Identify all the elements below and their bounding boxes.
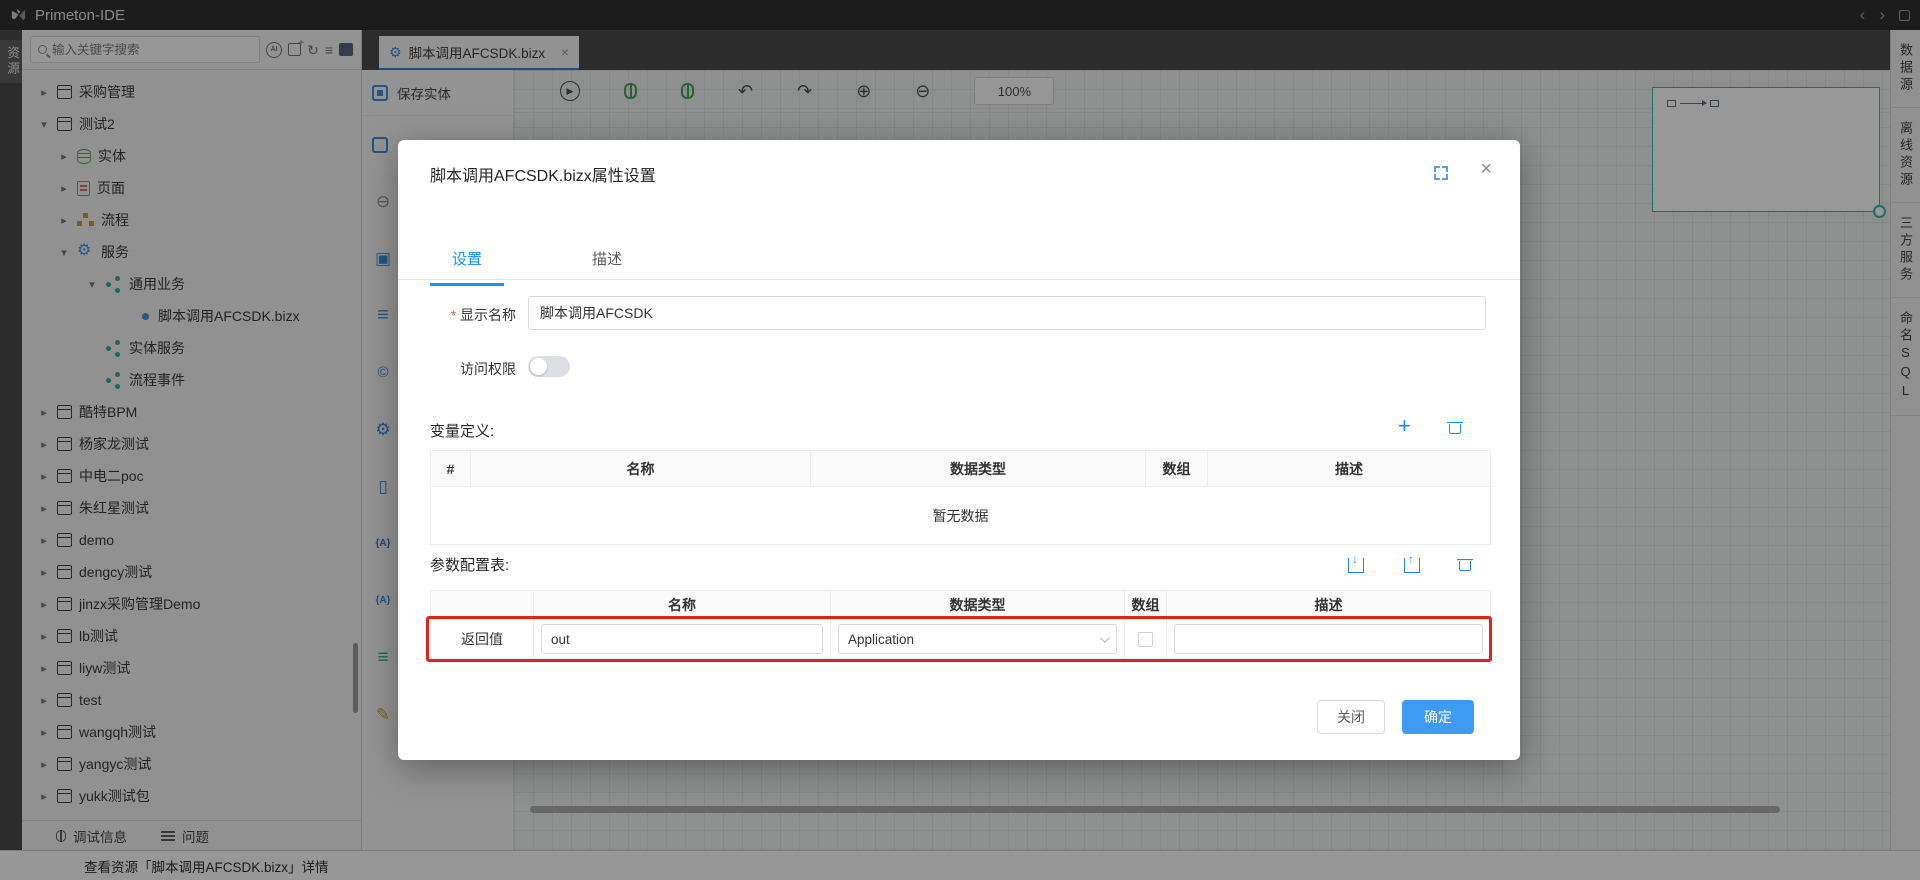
delete-variable-icon[interactable]	[1448, 420, 1461, 434]
close-icon[interactable]: ×	[1480, 158, 1492, 181]
empty-state-text: 暂无数据	[431, 487, 1491, 545]
tabs-divider	[398, 279, 1520, 280]
maximize-icon[interactable]	[1434, 166, 1448, 180]
dialog-title: 脚本调用AFCSDK.bizx属性设置	[430, 162, 656, 186]
tab-description[interactable]: 描述	[570, 248, 644, 286]
close-button[interactable]: 关闭	[1317, 700, 1385, 734]
variables-table-header-cell: 名称	[471, 451, 811, 487]
chevron-down-icon	[1100, 633, 1110, 643]
dialog-tabs: 设置 描述	[430, 248, 644, 286]
params-section-label: 参数配置表:	[430, 554, 509, 575]
params-table-header-cell: 描述	[1167, 591, 1491, 620]
access-label: 访问权限	[430, 359, 516, 379]
variables-table-header-cell: 数组	[1146, 451, 1208, 487]
variables-table-header-row: #名称数据类型数组描述	[431, 451, 1491, 487]
display-name-label: 显示名称	[430, 305, 516, 325]
variables-section-label: 变量定义:	[430, 420, 494, 441]
param-kind-cell: 返回值	[431, 620, 534, 659]
export-params-icon[interactable]	[1404, 558, 1420, 573]
properties-dialog: 脚本调用AFCSDK.bizx属性设置 × 设置 描述 显示名称 访问权限 变量…	[398, 140, 1520, 760]
variables-table-header-cell: #	[431, 451, 471, 487]
variables-table-header-cell: 描述	[1208, 451, 1491, 487]
param-array-checkbox[interactable]	[1138, 632, 1153, 647]
import-params-icon[interactable]	[1348, 558, 1364, 573]
param-type-select[interactable]: Application	[838, 624, 1117, 654]
ok-button[interactable]: 确定	[1402, 700, 1474, 734]
access-toggle[interactable]	[528, 356, 570, 377]
params-table-header-cell	[431, 591, 534, 620]
tab-settings[interactable]: 设置	[430, 248, 504, 286]
display-name-input[interactable]	[528, 296, 1486, 330]
params-table-header-row: 名称数据类型数组描述	[431, 591, 1491, 620]
delete-param-icon[interactable]	[1458, 557, 1471, 571]
param-row-return-value: 返回值 Application	[431, 620, 1491, 659]
param-name-input[interactable]	[541, 624, 823, 654]
params-table-header-cell: 数组	[1125, 591, 1167, 620]
add-variable-icon[interactable]: +	[1398, 416, 1411, 436]
params-table-header-cell: 名称	[534, 591, 831, 620]
params-table: 名称数据类型数组描述 返回值 Application	[430, 590, 1491, 659]
variables-table-header-cell: 数据类型	[811, 451, 1146, 487]
variables-table: #名称数据类型数组描述 暂无数据	[430, 450, 1491, 545]
params-table-header-cell: 数据类型	[831, 591, 1125, 620]
param-description-input[interactable]	[1174, 624, 1483, 654]
param-type-value: Application	[848, 632, 914, 647]
